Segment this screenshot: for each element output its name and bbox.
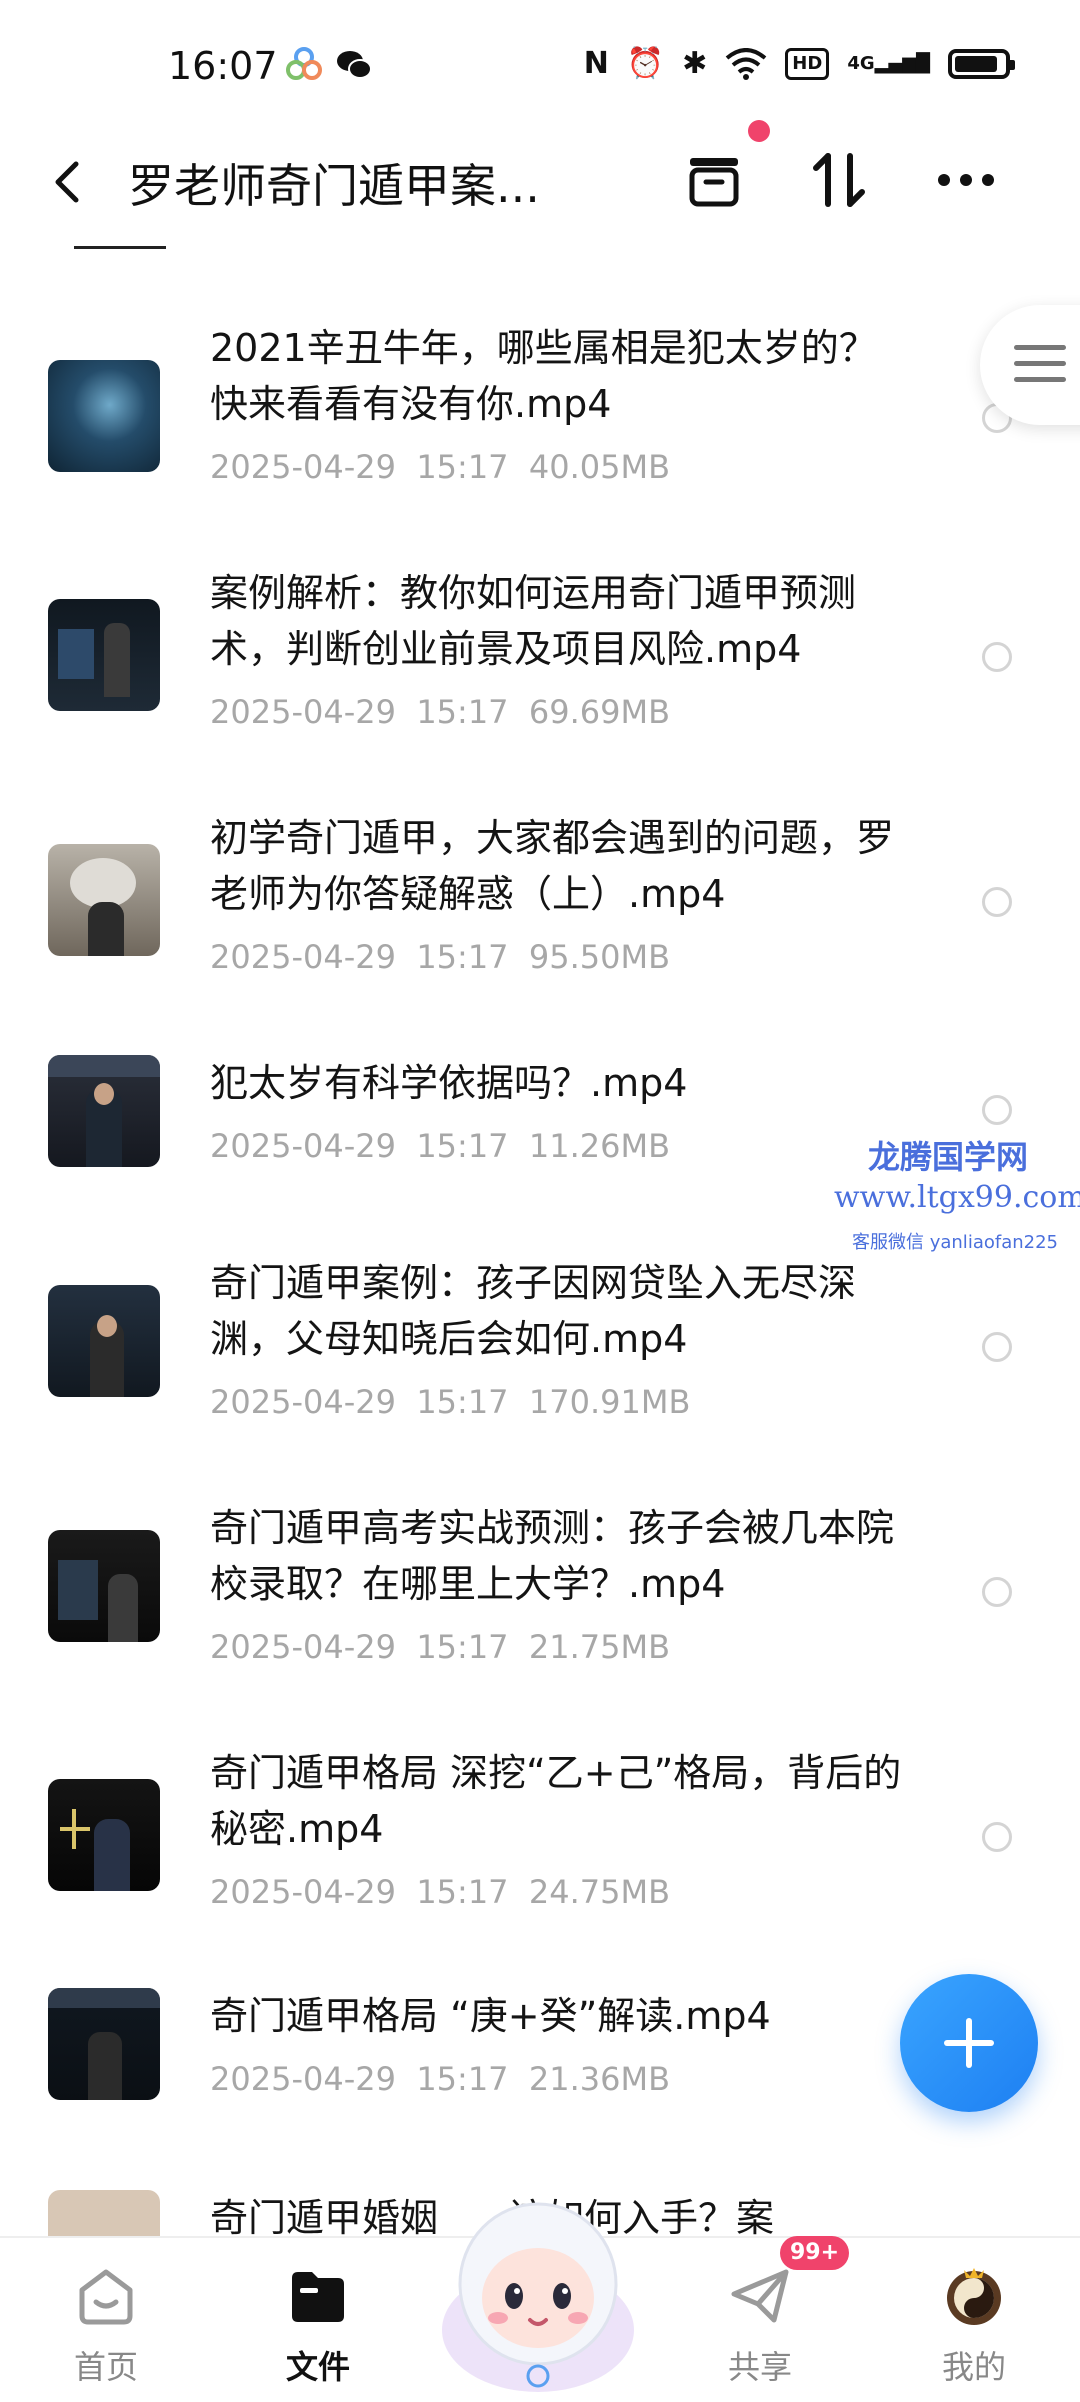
file-meta: 2025-04-29 15:17 21.75MB (210, 1628, 670, 1666)
video-thumbnail (48, 1779, 160, 1891)
nav-home-label: 首页 (73, 2348, 138, 2386)
file-name-start: 奇门遁甲婚姻 (210, 2196, 439, 2240)
file-time: 15:17 (416, 1873, 509, 1911)
sort-icon[interactable] (804, 144, 876, 216)
file-meta: 2025-04-29 15:17 69.69MB (210, 693, 670, 731)
assistant-mascot-icon[interactable] (428, 2180, 648, 2400)
file-meta: 2025-04-29 15:17 95.50MB (210, 938, 670, 976)
file-meta: 2025-04-29 15:17 21.36MB (210, 2060, 670, 2098)
nav-files-label: 文件 (285, 2348, 350, 2386)
video-thumbnail (48, 2190, 160, 2236)
top-bar: 罗老师奇门遁甲案... (0, 120, 1080, 240)
file-date: 2025-04-29 (210, 2060, 396, 2098)
video-thumbnail (48, 1285, 160, 1397)
file-date: 2025-04-29 (210, 693, 396, 731)
file-size: 21.75MB (528, 1628, 671, 1666)
select-radio[interactable] (982, 1332, 1012, 1362)
file-name: 奇门遁甲案例：孩子因网贷坠入无尽深渊，父母知晓后会如何.mp4 (210, 1261, 857, 1361)
watermark-url: www.ltgx99.com (834, 1180, 1080, 1215)
share-badge: 99+ (780, 2236, 850, 2270)
file-name: 奇门遁甲格局 深挖“乙+己”格局，背后的秘密.mp4 (210, 1751, 902, 1851)
file-name: 案例解析：教你如何运用奇门遁甲预测术，判断创业前景及项目风险.mp4 (210, 571, 857, 671)
folder-icon (292, 2272, 344, 2322)
file-name: 初学奇门遁甲，大家都会遇到的问题，罗老师为你答疑解惑（上）.mp4 (210, 816, 895, 916)
video-thumbnail (48, 1055, 160, 1167)
video-thumbnail (48, 1530, 160, 1642)
file-meta: 2025-04-29 15:17 11.26MB (210, 1127, 670, 1165)
video-thumbnail (48, 599, 160, 711)
file-time: 15:17 (416, 938, 509, 976)
select-radio[interactable] (982, 1577, 1012, 1607)
nav-share-label: 共享 (727, 2348, 792, 2386)
file-date: 2025-04-29 (210, 448, 396, 486)
nav-files[interactable]: 文件 (248, 2238, 388, 2402)
file-size: 24.75MB (528, 1873, 671, 1911)
file-time: 15:17 (416, 1127, 509, 1165)
alarm-icon: ⏰ (626, 46, 665, 81)
file-date: 2025-04-29 (210, 1383, 396, 1421)
cloud-app-icon (286, 47, 322, 80)
file-time: 15:17 (416, 1383, 509, 1421)
file-meta: 2025-04-29 15:17 170.91MB (210, 1383, 690, 1421)
menu-icon (1014, 345, 1066, 393)
file-size: 40.05MB (528, 448, 671, 486)
video-thumbnail (48, 844, 160, 956)
file-name: 2021辛丑牛年，哪些属相是犯太岁的？快来看看有没有你.mp4 (210, 326, 877, 426)
avatar-icon (947, 2268, 1001, 2325)
status-icons: Ν ⏰ ✱ HD 4G▂▄▆█ (583, 46, 1015, 82)
select-radio[interactable] (982, 642, 1012, 672)
bluetooth-icon: ✱ (682, 46, 708, 81)
file-size: 21.36MB (528, 2060, 671, 2098)
watermark-title: 龙腾国学网 (868, 1138, 1029, 1176)
file-size: 95.50MB (528, 938, 671, 976)
file-size: 170.91MB (528, 1383, 691, 1421)
add-button[interactable] (900, 1974, 1038, 2112)
network-type-label: 4G (847, 53, 875, 74)
video-thumbnail (48, 360, 160, 472)
wechat-icon (337, 51, 372, 79)
file-date: 2025-04-29 (210, 1127, 396, 1165)
paper-plane-icon (731, 2269, 789, 2323)
file-name: 奇门遁甲高考实战预测：孩子会被几本院校录取？在哪里上大学？.mp4 (210, 1506, 895, 1606)
4g-signal-icon: 4G▂▄▆█ (847, 53, 930, 74)
file-date: 2025-04-29 (210, 938, 396, 976)
battery-icon (948, 49, 1015, 79)
file-name: 犯太岁有科学依据吗？.mp4 (210, 1061, 688, 1105)
home-icon (79, 2269, 133, 2325)
file-date: 2025-04-29 (210, 1628, 396, 1666)
file-time: 15:17 (416, 2060, 509, 2098)
more-icon[interactable] (930, 144, 1002, 216)
back-icon[interactable] (48, 158, 88, 206)
nfc-icon: Ν (583, 46, 609, 81)
file-meta: 2025-04-29 15:17 24.75MB (210, 1873, 670, 1911)
watermark-contact: 客服微信 yanliaofan225 (852, 1232, 1058, 1253)
archive-icon[interactable] (678, 144, 750, 216)
nav-home[interactable]: 首页 (36, 2238, 176, 2402)
file-time: 15:17 (416, 448, 509, 486)
status-time: 16:07 (168, 44, 278, 88)
file-time: 15:17 (416, 693, 509, 731)
file-date: 2025-04-29 (210, 1873, 396, 1911)
select-radio[interactable] (982, 887, 1012, 917)
hd-icon: HD (785, 48, 830, 80)
notification-dot (748, 120, 770, 142)
file-size: 11.26MB (528, 1127, 671, 1165)
page-title: 罗老师奇门遁甲案... (128, 159, 540, 213)
file-name: 奇门遁甲格局 “庚+癸”解读.mp4 (210, 1994, 771, 2038)
video-thumbnail (48, 1988, 160, 2100)
file-size: 69.69MB (528, 693, 671, 731)
status-bar: 16:07 Ν ⏰ ✱ HD 4G▂▄▆█ (0, 0, 1080, 120)
select-radio[interactable] (982, 1095, 1012, 1125)
previous-item-edge (74, 246, 166, 249)
nav-mine[interactable]: 我的 (904, 2238, 1044, 2402)
wifi-icon (726, 48, 767, 80)
file-meta: 2025-04-29 15:17 40.05MB (210, 448, 670, 486)
file-time: 15:17 (416, 1628, 509, 1666)
nav-mine-label: 我的 (941, 2348, 1006, 2386)
select-radio[interactable] (982, 1822, 1012, 1852)
